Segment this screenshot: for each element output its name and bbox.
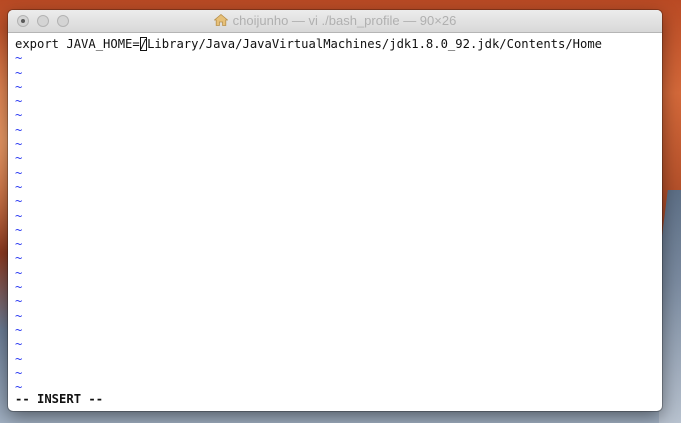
empty-line-tilde: ~ — [15, 179, 23, 194]
empty-line-tilde: ~ — [15, 251, 23, 266]
terminal-window[interactable]: choijunho — vi ./bash_profile — 90×26 ex… — [8, 10, 662, 411]
buffer-line-1[interactable]: export JAVA_HOME=/Library/Java/JavaVirtu… — [15, 37, 656, 52]
empty-line-tilde: ~ — [15, 365, 23, 380]
empty-line-tilde: ~ — [15, 322, 23, 337]
empty-line-markers: ~ ~ ~ ~ ~ ~ ~ ~ ~ ~ ~ ~ ~ ~ ~ ~ ~ ~ ~ ~ ~ ~ ~ ~ — [15, 51, 656, 394]
empty-line-tilde: ~ — [15, 65, 23, 80]
empty-line-tilde: ~ — [15, 108, 23, 123]
empty-line-tilde: ~ — [15, 222, 23, 237]
empty-line-tilde: ~ — [15, 351, 23, 366]
empty-line-tilde: ~ — [15, 208, 23, 223]
window-title-text: choijunho — vi ./bash_profile — 90×26 — [232, 13, 457, 28]
empty-line-tilde: ~ — [15, 51, 23, 66]
empty-line-tilde: ~ — [15, 380, 23, 395]
vi-mode-indicator: -- INSERT -- — [15, 392, 104, 406]
empty-line-tilde: ~ — [15, 194, 23, 209]
empty-line-tilde: ~ — [15, 165, 23, 180]
empty-line-tilde: ~ — [15, 280, 23, 295]
line-text-before-cursor: export JAVA_HOME= — [15, 37, 140, 51]
empty-line-tilde: ~ — [15, 122, 23, 137]
empty-line-tilde: ~ — [15, 337, 23, 352]
empty-line-tilde: ~ — [15, 79, 23, 94]
home-folder-icon — [213, 14, 228, 26]
empty-line-tilde: ~ — [15, 294, 23, 309]
window-title: choijunho — vi ./bash_profile — 90×26 — [8, 13, 662, 28]
line-text-after-cursor: Library/Java/JavaVirtualMachines/jdk1.8.… — [147, 37, 603, 51]
text-cursor: / — [139, 37, 148, 52]
empty-line-tilde: ~ — [15, 265, 23, 280]
empty-line-tilde: ~ — [15, 308, 23, 323]
empty-line-tilde: ~ — [15, 151, 23, 166]
vi-editor-buffer[interactable]: export JAVA_HOME=/Library/Java/JavaVirtu… — [15, 37, 656, 411]
empty-line-tilde: ~ — [15, 94, 23, 109]
title-bar[interactable]: choijunho — vi ./bash_profile — 90×26 — [8, 10, 662, 33]
empty-line-tilde: ~ — [15, 237, 23, 252]
empty-line-tilde: ~ — [15, 137, 23, 152]
